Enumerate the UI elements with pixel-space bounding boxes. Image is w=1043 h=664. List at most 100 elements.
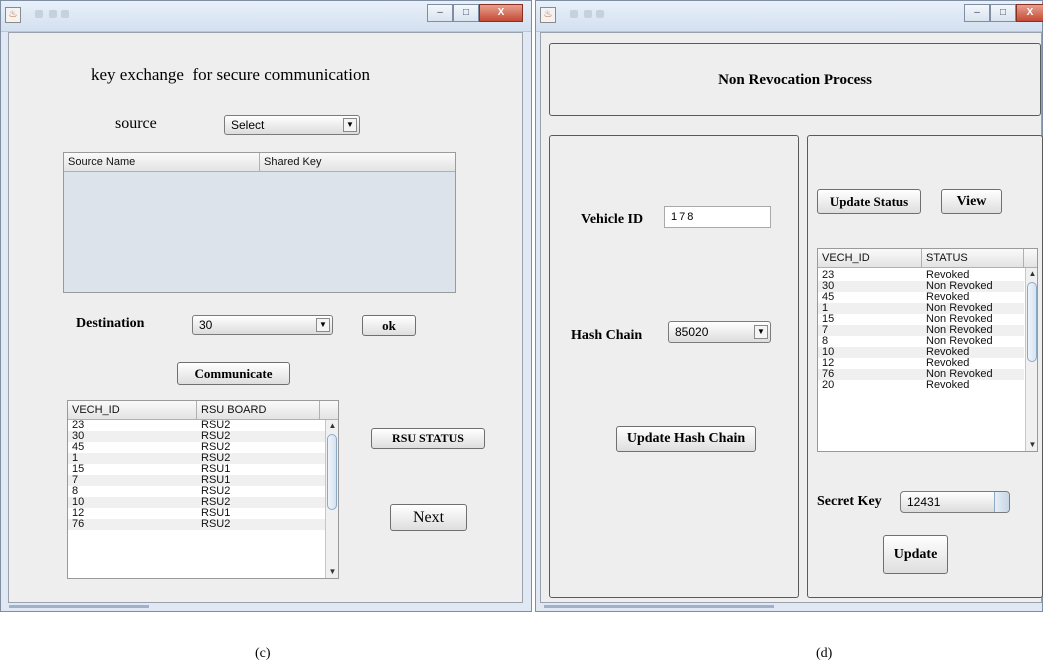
- update-status-button[interactable]: Update Status: [817, 189, 921, 214]
- table-row[interactable]: 8 RSU2: [68, 486, 325, 497]
- chevron-down-icon: ▼: [316, 318, 330, 332]
- source-table[interactable]: Source Name Shared Key: [63, 152, 456, 293]
- table-row[interactable]: 1 RSU2: [68, 453, 325, 464]
- right-window: ♨ – □ X Non Revocation Process Vehicle I…: [535, 0, 1043, 612]
- left-title-bar: ♨ – □ X: [1, 1, 531, 32]
- column-header-status[interactable]: STATUS: [922, 249, 1024, 267]
- caption-c: (c): [255, 646, 271, 661]
- quick-access-icon: [49, 10, 57, 18]
- table-row[interactable]: 7 Non Revoked: [818, 325, 1024, 336]
- page-title: key exchange for secure communication: [91, 65, 370, 84]
- vech-table-header: VECH_ID RSU BOARD: [68, 401, 338, 420]
- view-button[interactable]: View: [941, 189, 1002, 214]
- scroll-down-icon[interactable]: ▼: [326, 566, 338, 578]
- status-table[interactable]: VECH_ID STATUS 23 Revoked 30 Non Revoked 45 R…: [817, 248, 1038, 452]
- vech-table[interactable]: VECH_ID RSU BOARD 23 RSU2 30 RSU2 45 RSU2 1 RSU…: [67, 400, 339, 579]
- header-panel: Non Revocation Process: [549, 43, 1041, 116]
- quick-access-icon: [61, 10, 69, 18]
- table-row[interactable]: 12 Revoked: [818, 358, 1024, 369]
- scroll-down-icon[interactable]: ▼: [1026, 439, 1037, 451]
- next-button[interactable]: Next: [390, 504, 467, 531]
- minimize-button[interactable]: –: [427, 4, 453, 22]
- chevron-down-icon: ▼: [754, 325, 768, 339]
- secret-key-value: 12431: [907, 495, 941, 509]
- table-row[interactable]: 8 Non Revoked: [818, 336, 1024, 347]
- java-app-icon: ♨: [540, 7, 556, 23]
- column-header-vech-id[interactable]: VECH_ID: [68, 401, 197, 419]
- quick-access-icon: [570, 10, 578, 18]
- table-row[interactable]: 10 Revoked: [818, 347, 1024, 358]
- hash-chain-label: Hash Chain: [571, 328, 643, 343]
- caption-d: (d): [816, 646, 833, 661]
- update-hash-chain-button[interactable]: Update Hash Chain: [616, 426, 756, 452]
- vech-table-body: 23 RSU2 30 RSU2 45 RSU2 1 RSU2 15 RSU1 7 RSU1 8 RSU2 1…: [68, 420, 325, 530]
- table-row[interactable]: 30 Non Revoked: [818, 281, 1024, 292]
- source-select-value: Select: [231, 118, 265, 132]
- table-row[interactable]: 76 Non Revoked: [818, 369, 1024, 380]
- table-row[interactable]: 15 Non Revoked: [818, 314, 1024, 325]
- scroll-up-icon[interactable]: ▲: [326, 420, 338, 432]
- hash-chain-panel: Vehicle ID 178 Hash Chain 85020 ▼ Update…: [549, 135, 799, 598]
- left-window: ♨ – □ X key exchange for secure communic…: [0, 0, 532, 612]
- right-content-pane: Non Revocation Process Vehicle ID 178 Ha…: [540, 32, 1043, 603]
- table-row[interactable]: 23 RSU2: [68, 420, 325, 431]
- table-cell-value: Revoked: [926, 379, 970, 391]
- column-header-vech-id[interactable]: VECH_ID: [818, 249, 922, 267]
- quick-access-icon: [584, 10, 592, 18]
- quick-access-icon: [596, 10, 604, 18]
- java-app-icon: ♨: [5, 7, 21, 23]
- table-row[interactable]: 12 RSU1: [68, 508, 325, 519]
- right-title-bar: ♨ – □ X: [536, 1, 1043, 32]
- status-table-scrollbar[interactable]: ▲ ▼: [1025, 268, 1037, 451]
- table-cell-vech-id: 20: [822, 379, 835, 391]
- vehicle-id-input[interactable]: 178: [664, 206, 771, 228]
- scroll-up-icon[interactable]: ▲: [1026, 268, 1037, 280]
- update-button[interactable]: Update: [883, 535, 948, 574]
- table-row[interactable]: 15 RSU1: [68, 464, 325, 475]
- source-select[interactable]: Select ▼: [224, 115, 360, 135]
- table-row[interactable]: 7 RSU1: [68, 475, 325, 486]
- table-row[interactable]: 30 RSU2: [68, 431, 325, 442]
- table-row[interactable]: 45 Revoked: [818, 292, 1024, 303]
- quick-access-icon: [35, 10, 43, 18]
- left-status-strip: [9, 605, 149, 608]
- column-header-source-name[interactable]: Source Name: [64, 153, 260, 171]
- destination-select-value: 30: [199, 318, 213, 332]
- maximize-button[interactable]: □: [453, 4, 479, 22]
- minimize-button[interactable]: –: [964, 4, 990, 22]
- table-row[interactable]: 10 RSU2: [68, 497, 325, 508]
- table-row[interactable]: 1 Non Revoked: [818, 303, 1024, 314]
- secret-key-field[interactable]: 12431: [900, 491, 1010, 513]
- table-row[interactable]: 20 Revoked: [818, 380, 1024, 391]
- close-button[interactable]: X: [479, 4, 523, 22]
- source-table-header: Source Name Shared Key: [64, 153, 455, 172]
- column-header-shared-key[interactable]: Shared Key: [260, 153, 455, 171]
- destination-label: Destination: [76, 316, 145, 331]
- secret-key-label: Secret Key: [817, 494, 882, 509]
- page-title: Non Revocation Process: [718, 72, 872, 88]
- table-row[interactable]: 45 RSU2: [68, 442, 325, 453]
- rsu-status-button[interactable]: RSU STATUS: [371, 428, 485, 449]
- hash-chain-select[interactable]: 85020 ▼: [668, 321, 771, 343]
- communicate-button[interactable]: Communicate: [177, 362, 290, 385]
- vech-table-scrollbar[interactable]: ▲ ▼: [325, 420, 338, 578]
- right-status-strip: [544, 605, 774, 608]
- table-row[interactable]: 76 RSU2: [68, 519, 325, 530]
- table-row[interactable]: 23 Revoked: [818, 270, 1024, 281]
- column-header-rsu-board[interactable]: RSU BOARD: [197, 401, 320, 419]
- close-button[interactable]: X: [1016, 4, 1043, 22]
- secret-key-edge: [994, 492, 1009, 512]
- status-table-header: VECH_ID STATUS: [818, 249, 1037, 268]
- status-panel: Update Status View VECH_ID STATUS 23 Revo…: [807, 135, 1043, 598]
- scrollbar-thumb[interactable]: [327, 434, 337, 510]
- source-label: source: [115, 115, 157, 132]
- maximize-button[interactable]: □: [990, 4, 1016, 22]
- vehicle-id-label: Vehicle ID: [581, 212, 644, 227]
- chevron-down-icon: ▼: [343, 118, 357, 132]
- hash-chain-select-value: 85020: [675, 325, 709, 339]
- left-content-pane: key exchange for secure communication so…: [8, 32, 523, 603]
- destination-select[interactable]: 30 ▼: [192, 315, 333, 335]
- scrollbar-thumb[interactable]: [1027, 282, 1037, 362]
- table-cell-value: RSU2: [201, 518, 231, 530]
- ok-button[interactable]: ok: [362, 315, 416, 336]
